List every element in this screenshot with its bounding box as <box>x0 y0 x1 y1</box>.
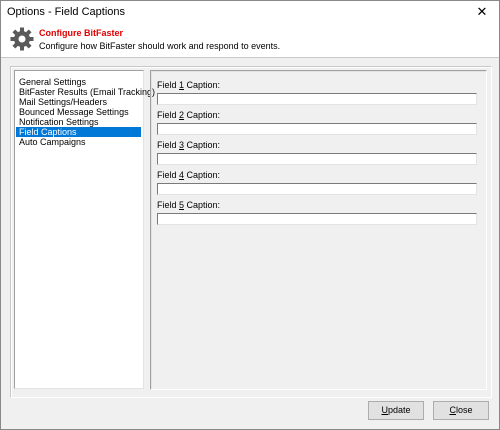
list-item-notification-settings[interactable]: Notification Settings <box>16 117 141 127</box>
header-subtitle: Configure how BitFaster should work and … <box>39 41 281 51</box>
header-banner: Configure BitFaster Configure how BitFas… <box>1 23 499 58</box>
settings-category-list[interactable]: General Settings BitFaster Results (Emai… <box>14 70 155 389</box>
window-title: Options - Field Captions <box>7 6 125 18</box>
header-title: Configure BitFaster <box>39 28 124 38</box>
close-window-icon[interactable]: ✕ <box>465 1 499 23</box>
list-item-auto-campaigns[interactable]: Auto Campaigns <box>16 137 141 147</box>
field-5-caption-input[interactable] <box>157 213 477 225</box>
field-4-caption-label: Field 4 Caption: <box>157 170 221 180</box>
update-button[interactable]: Update <box>368 401 424 420</box>
field-1-caption-input[interactable] <box>157 93 477 105</box>
list-item-mail-settings[interactable]: Mail Settings/Headers <box>16 97 141 107</box>
title-bar: Options - Field Captions ✕ <box>1 1 499 23</box>
list-item-field-captions[interactable]: Field Captions <box>16 127 141 137</box>
field-3-caption-input[interactable] <box>157 153 477 165</box>
list-item-general-settings[interactable]: General Settings <box>16 77 141 87</box>
close-button[interactable]: Close <box>433 401 489 420</box>
field-1-caption-label: Field 1 Caption: <box>157 80 221 90</box>
list-item-bitfaster-results[interactable]: BitFaster Results (Email Tracking) <box>16 87 155 97</box>
list-item-bounced-message-settings[interactable]: Bounced Message Settings <box>16 107 141 117</box>
field-2-caption-input[interactable] <box>157 123 477 135</box>
gear-icon <box>10 27 34 51</box>
field-4-caption-input[interactable] <box>157 183 477 195</box>
field-2-caption-label: Field 2 Caption: <box>157 110 221 120</box>
field-3-caption-label: Field 3 Caption: <box>157 140 221 150</box>
field-5-caption-label: Field 5 Caption: <box>157 200 221 210</box>
